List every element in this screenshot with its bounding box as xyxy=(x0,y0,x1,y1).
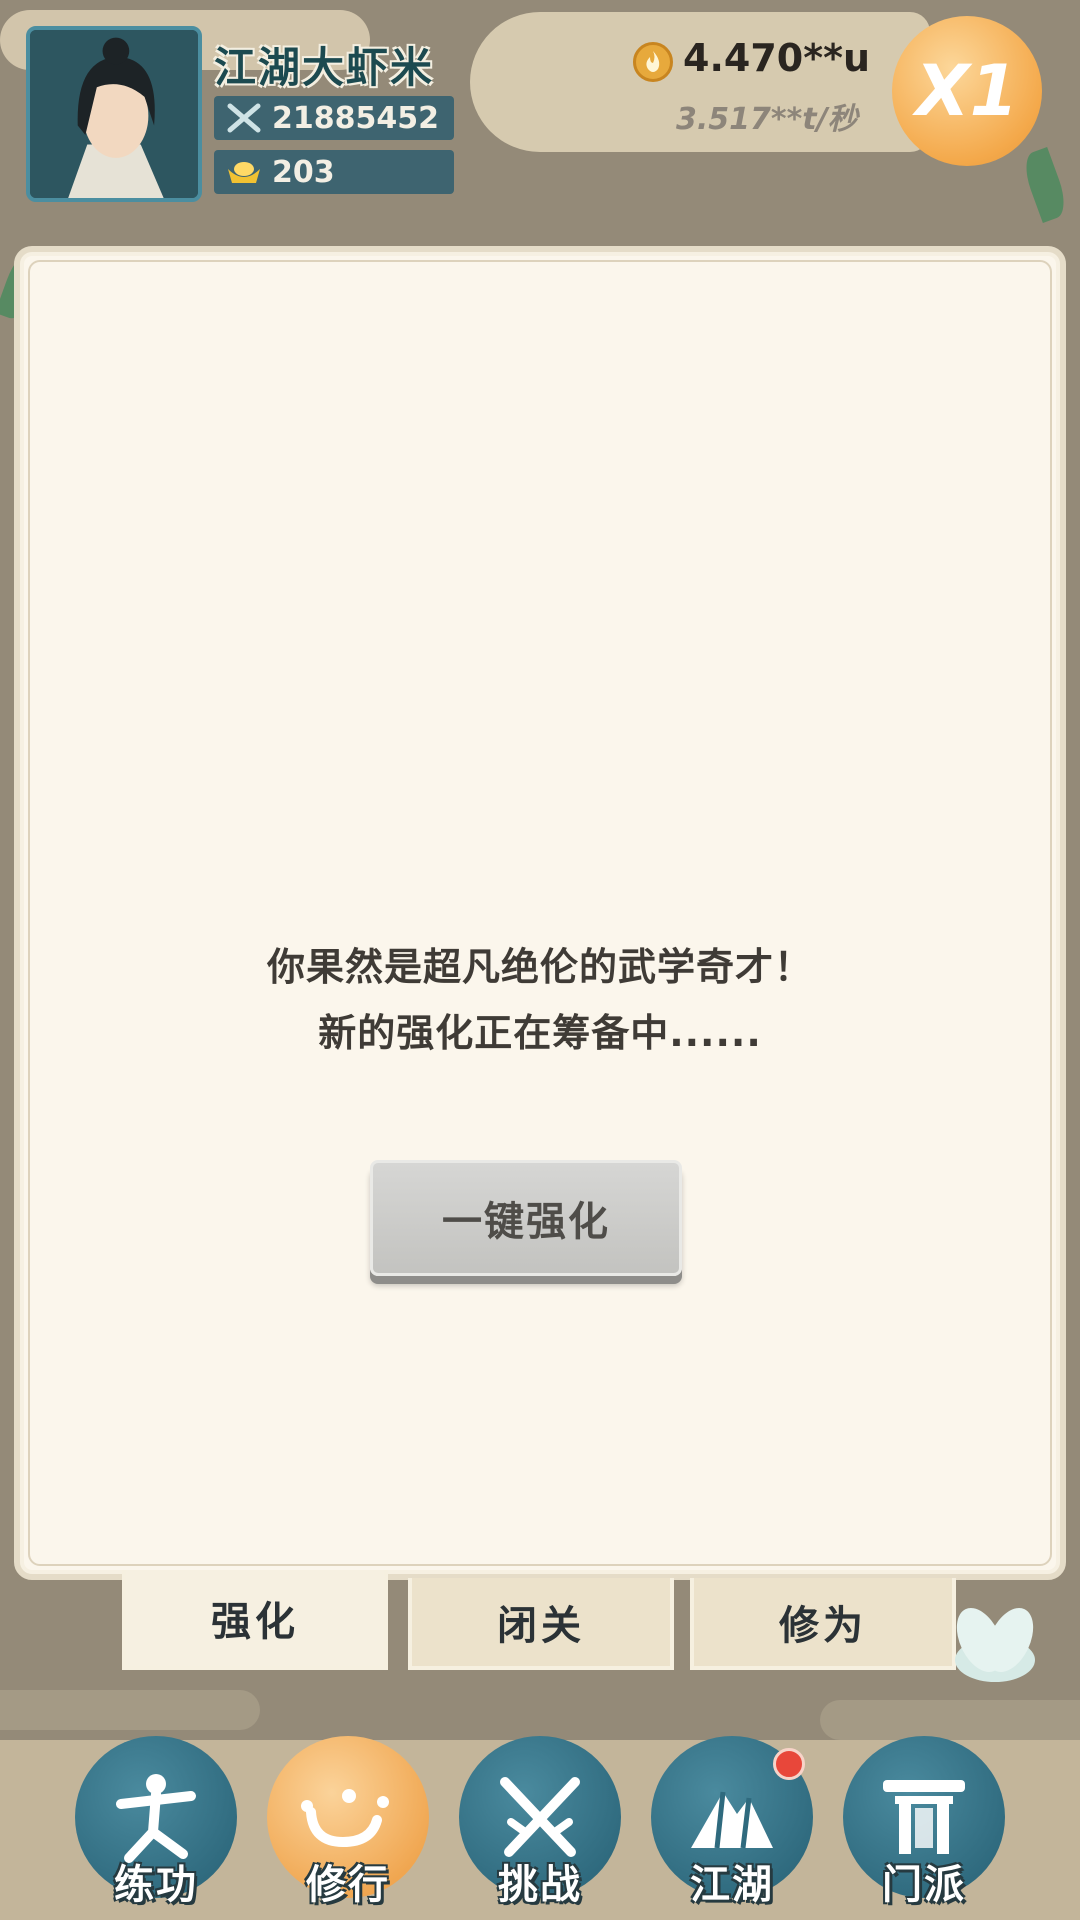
one-key-enhance-button[interactable]: 一键强化 xyxy=(370,1160,682,1276)
background-stripe xyxy=(0,1690,260,1730)
lotus-flower-decoration xyxy=(940,1600,1050,1710)
willow-leaf-decoration xyxy=(1018,146,1072,224)
player-avatar[interactable] xyxy=(26,26,202,202)
preparing-message: 新的强化正在筹备中...... xyxy=(318,1011,762,1055)
speed-multiplier-button[interactable]: X1 xyxy=(892,16,1042,166)
nav-jianghu-label: 江湖 xyxy=(690,1862,774,1908)
player-name: 江湖大虾米 xyxy=(214,43,435,92)
player-portrait-icon xyxy=(30,30,198,198)
gold-ingot-pill: 203 xyxy=(214,150,454,194)
tab-cultivation[interactable]: 修为 xyxy=(690,1578,956,1670)
completion-message: 你果然是超凡绝伦的武学奇才！ xyxy=(266,945,813,989)
combat-power-value: 21885452 xyxy=(272,100,439,136)
tab-enhance[interactable]: 强化 xyxy=(122,1570,388,1670)
nav-cultivate-label: 修行 xyxy=(306,1862,390,1908)
main-panel: 你果然是超凡绝伦的武学奇才！ 新的强化正在筹备中...... xyxy=(14,246,1066,1580)
notification-badge xyxy=(773,1748,805,1780)
currency-total: 4.470**u xyxy=(683,36,870,80)
nav-sect-label: 门派 xyxy=(882,1862,966,1908)
currency-rate: 3.517**t/秒 xyxy=(676,102,858,137)
combat-power-pill: 21885452 xyxy=(214,96,454,140)
gold-ingot-icon xyxy=(226,156,262,188)
nav-challenge-label: 挑战 xyxy=(498,1862,582,1908)
crossed-swords-icon xyxy=(226,102,262,134)
tab-seclusion[interactable]: 闭关 xyxy=(408,1578,674,1670)
nav-practice-label: 练功 xyxy=(114,1862,198,1908)
gold-ingot-value: 203 xyxy=(272,154,335,190)
flame-coin-icon xyxy=(633,42,673,82)
